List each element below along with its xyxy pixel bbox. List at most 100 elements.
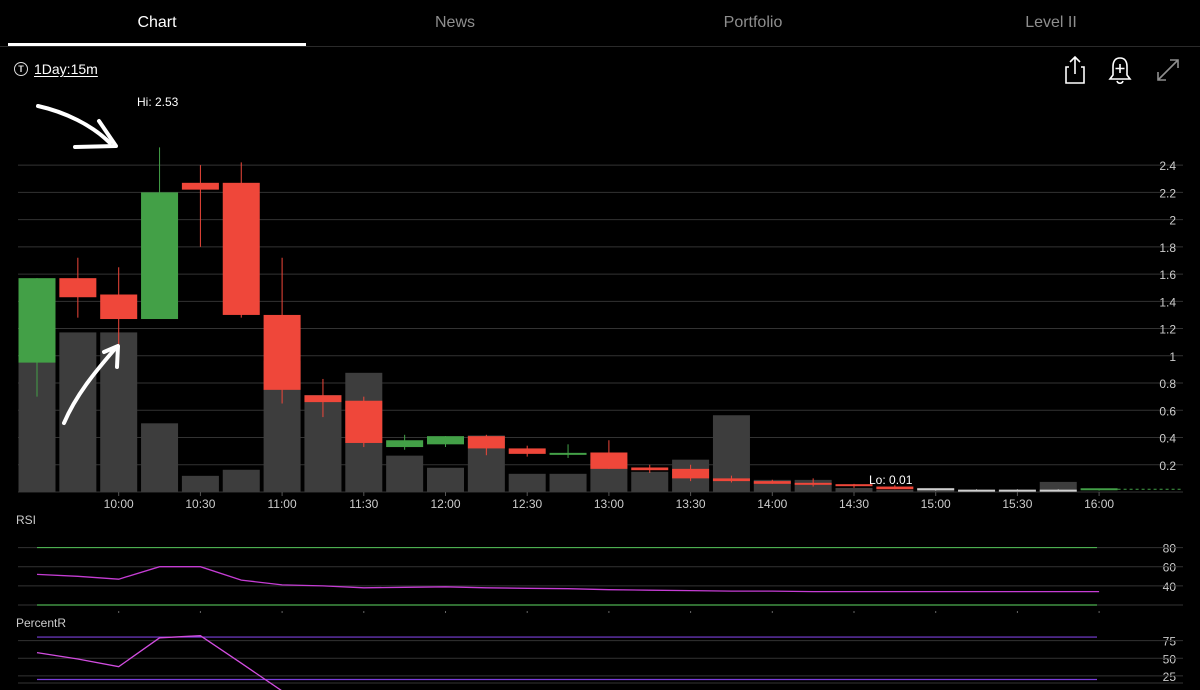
percentr-y-tick-label: 50 bbox=[1163, 652, 1177, 666]
volume-bar bbox=[631, 471, 669, 492]
x-tick-label: 13:30 bbox=[676, 497, 706, 511]
x-tick-label: 13:00 bbox=[594, 497, 624, 511]
y-tick-label: 1 bbox=[1169, 350, 1176, 364]
rsi-y-tick-label: 40 bbox=[1163, 580, 1177, 594]
volume-bar bbox=[141, 423, 179, 492]
annotation-arrowhead-down bbox=[73, 119, 118, 149]
candle-body bbox=[304, 395, 342, 403]
percentr-line bbox=[36, 635, 282, 690]
x-tick-label: 12:00 bbox=[430, 497, 460, 511]
candle-body bbox=[917, 488, 955, 491]
share-icon bbox=[1065, 55, 1085, 84]
volume-bar bbox=[549, 473, 587, 492]
x-tick-label: 14:00 bbox=[757, 497, 787, 511]
candle-body bbox=[59, 278, 97, 298]
y-tick-label: 1.2 bbox=[1159, 323, 1176, 337]
x-tick-label: 16:00 bbox=[1084, 497, 1114, 511]
volume-bar bbox=[181, 475, 219, 492]
alert-button[interactable] bbox=[1105, 54, 1135, 86]
interval-label: 1Day:15m bbox=[34, 61, 98, 77]
hand-drawn-annotations bbox=[36, 104, 120, 425]
tab-chart[interactable]: Chart bbox=[8, 0, 306, 46]
y-tick-label: 0.4 bbox=[1159, 432, 1176, 446]
volume-bar bbox=[59, 332, 97, 492]
volume-bar bbox=[263, 360, 301, 492]
x-tick-label: 12:30 bbox=[512, 497, 542, 511]
volume-bar bbox=[386, 455, 424, 492]
y-tick-label: 0.6 bbox=[1159, 404, 1176, 418]
y-tick-label: 2.2 bbox=[1159, 186, 1176, 200]
candle-body bbox=[876, 486, 914, 490]
volume-bar bbox=[876, 489, 914, 492]
y-tick-label: 0.8 bbox=[1159, 377, 1176, 391]
interval-selector[interactable]: T 1Day:15m bbox=[14, 58, 98, 80]
x-tick-label: 14:30 bbox=[839, 497, 869, 511]
active-tab-indicator bbox=[8, 43, 306, 46]
volume-bar bbox=[712, 415, 750, 492]
x-tick-label: 15:00 bbox=[921, 497, 951, 511]
expand-icon bbox=[1157, 59, 1179, 81]
annotation-arrow-down bbox=[36, 104, 112, 145]
expand-button[interactable] bbox=[1153, 54, 1183, 86]
tab-portfolio[interactable]: Portfolio bbox=[604, 0, 902, 46]
candle-body bbox=[141, 192, 179, 320]
x-tick-label: 10:30 bbox=[185, 497, 215, 511]
candle-body bbox=[263, 314, 301, 390]
rsi-y-tick-label: 80 bbox=[1163, 542, 1177, 556]
x-tick-label: 11:00 bbox=[268, 497, 297, 511]
stock-chart: 2.4 2.2 2 1.8 1.6 1.4 1.2 1 0.8 0.6 0.4 0.2 10:00 10:… bbox=[16, 95, 1183, 690]
candle-body bbox=[672, 468, 710, 479]
volume-bar bbox=[427, 467, 464, 492]
tab-bar: Chart News Portfolio Level II bbox=[0, 0, 1200, 47]
candle-body bbox=[100, 294, 138, 320]
volume-bar bbox=[958, 489, 996, 492]
y-tick-label: 1.6 bbox=[1159, 268, 1176, 282]
rsi-y-tick-label: 60 bbox=[1163, 561, 1177, 575]
x-tick-label: 15:30 bbox=[1002, 497, 1032, 511]
volume-bar bbox=[222, 469, 260, 492]
candle-body bbox=[1080, 488, 1118, 491]
candle-body bbox=[712, 478, 750, 482]
volume-bar bbox=[672, 459, 710, 492]
volume-bar bbox=[794, 479, 832, 492]
candle-body bbox=[345, 400, 383, 443]
percentr-y-tick-label: 75 bbox=[1163, 635, 1177, 649]
interval-type-icon: T bbox=[14, 62, 28, 76]
volume-bar bbox=[1039, 481, 1077, 492]
share-button[interactable] bbox=[1060, 54, 1090, 86]
annotation-arrowhead-up bbox=[102, 344, 120, 369]
lo-label: Lo: 0.01 bbox=[869, 473, 913, 487]
volume-bar bbox=[753, 479, 791, 492]
tab-level-ii[interactable]: Level II bbox=[902, 0, 1200, 46]
candle-body bbox=[386, 440, 424, 448]
y-tick-label: 2.4 bbox=[1159, 159, 1176, 173]
y-tick-label: 0.2 bbox=[1159, 459, 1176, 473]
tab-news[interactable]: News bbox=[306, 0, 604, 46]
alert-bell-icon bbox=[1108, 57, 1132, 85]
volume-bar bbox=[100, 332, 138, 492]
candle-body bbox=[18, 278, 56, 363]
y-tick-label: 1.8 bbox=[1159, 241, 1176, 255]
candle-body bbox=[835, 484, 873, 487]
x-tick-label: 10:00 bbox=[104, 497, 134, 511]
candle-body bbox=[590, 452, 628, 469]
candle-body bbox=[549, 452, 587, 455]
volume-bar bbox=[508, 473, 546, 492]
candle-body bbox=[794, 482, 832, 485]
hi-label: Hi: 2.53 bbox=[137, 95, 179, 109]
volume-bar bbox=[345, 372, 383, 492]
y-tick-label: 2 bbox=[1169, 214, 1176, 228]
percentr-title: PercentR bbox=[16, 616, 66, 630]
volume-bar bbox=[304, 395, 342, 492]
candle-body bbox=[181, 182, 219, 190]
candle-body bbox=[427, 436, 464, 445]
volume-bar bbox=[998, 489, 1036, 492]
volume-bar bbox=[917, 487, 955, 492]
x-tick-label: 11:30 bbox=[349, 497, 378, 511]
annotation-arrow-up bbox=[62, 348, 116, 425]
candle-body bbox=[1039, 489, 1077, 492]
candle-body bbox=[958, 489, 996, 492]
percentr-y-tick-label: 25 bbox=[1163, 670, 1177, 684]
candle-body bbox=[998, 489, 1036, 492]
volume-bar bbox=[835, 487, 873, 492]
